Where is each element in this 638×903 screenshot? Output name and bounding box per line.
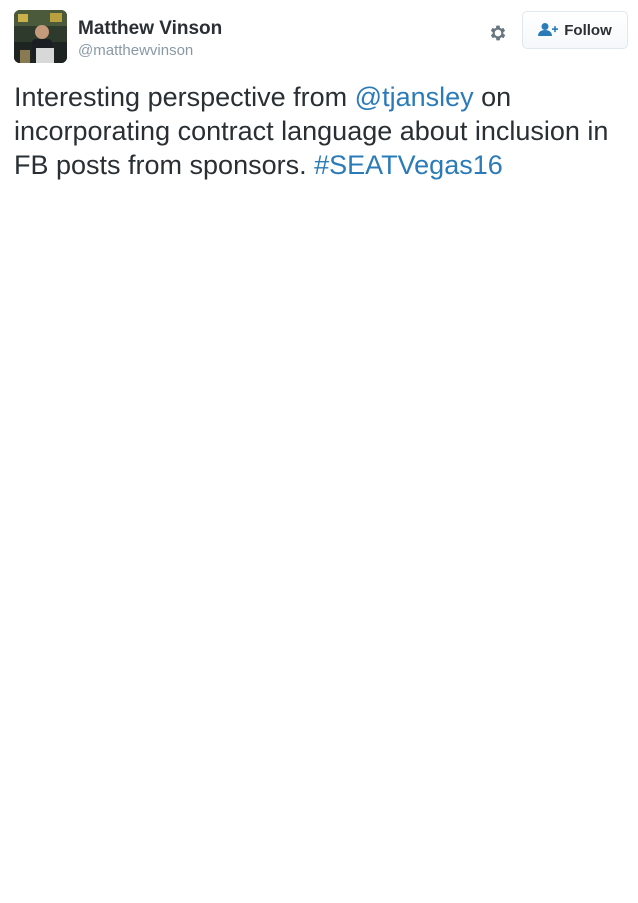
author-identity: Matthew Vinson @matthewvinson [78,16,222,60]
gear-icon-glyph [490,25,506,41]
follow-button[interactable]: Follow [522,11,628,49]
author-display-name[interactable]: Matthew Vinson [78,16,222,42]
follow-button-label: Follow [564,21,612,39]
avatar-photo [14,10,67,63]
mention-link[interactable]: @tjansley [355,82,474,112]
gear-icon[interactable] [484,19,512,47]
embedded-tweet: Matthew Vinson @matthewvinson Follow Int… [0,0,638,903]
tweet-header: Matthew Vinson @matthewvinson Follow [14,10,630,66]
add-user-icon [538,22,559,38]
avatar[interactable] [14,10,67,63]
author-screen-name[interactable]: @matthewvinson [78,42,222,60]
tweet-text-part: Interesting perspective from [14,82,355,112]
tweet-text: Interesting perspective from @tjansley o… [14,80,614,182]
hashtag-link[interactable]: #SEATVegas16 [314,150,503,180]
